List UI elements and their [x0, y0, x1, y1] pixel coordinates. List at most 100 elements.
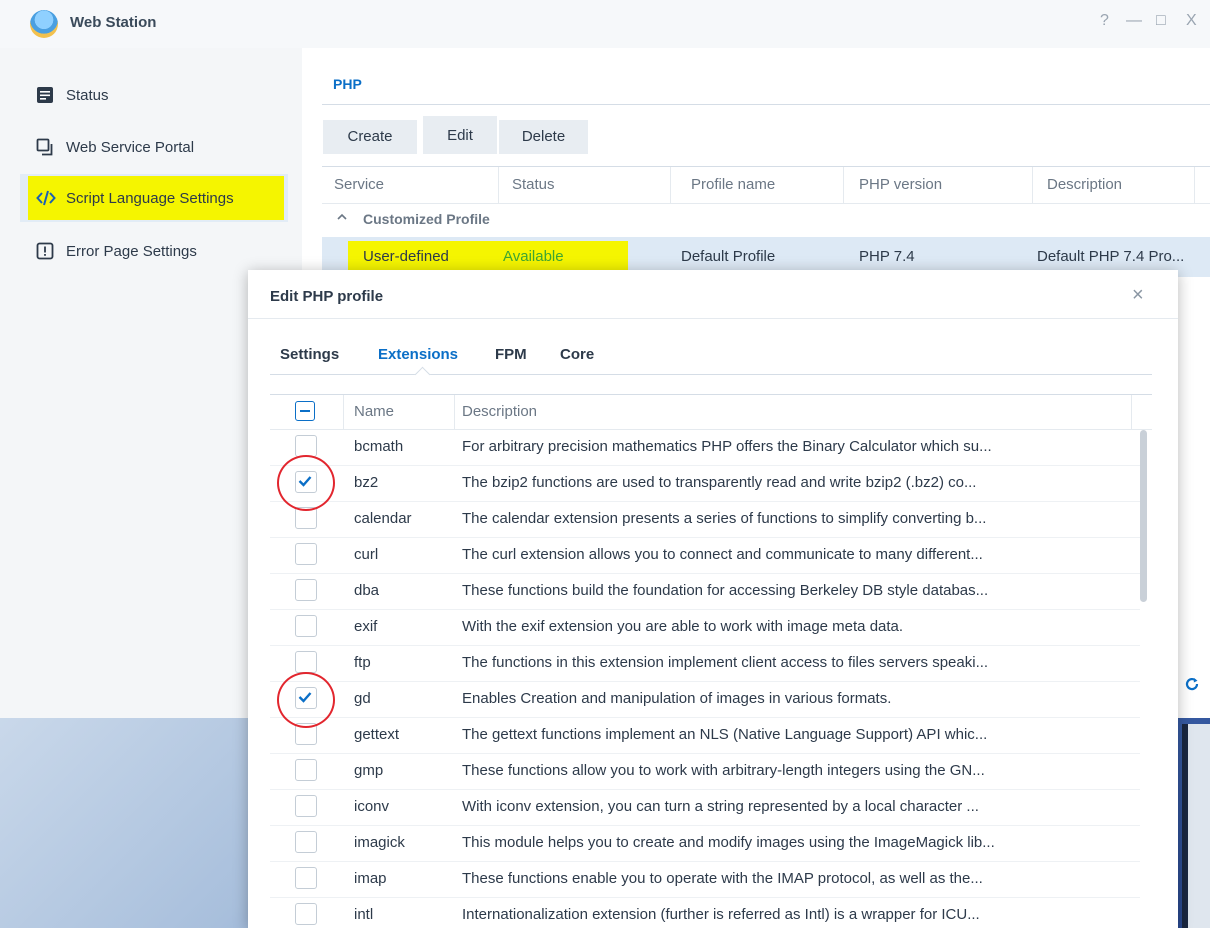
dialog-divider: [248, 318, 1178, 319]
chevron-up-icon: [336, 210, 348, 226]
extension-row-bcmath[interactable]: bcmath For arbitrary precision mathematic…: [270, 429, 1140, 466]
extension-name: ftp: [354, 654, 371, 671]
extension-name: iconv: [354, 798, 390, 815]
status-icon: [36, 86, 66, 104]
column-divider: [343, 395, 344, 429]
sidebar-item-error-page-settings[interactable]: Error Page Settings: [20, 228, 288, 274]
group-label: Customized Profile: [363, 211, 490, 227]
extension-row-intl[interactable]: intl Internationalization extension (furt…: [270, 897, 1140, 928]
column-divider: [1032, 167, 1033, 203]
scrollbar-thumb[interactable]: [1140, 430, 1147, 602]
extension-row-dba[interactable]: dba These functions build the foundation …: [270, 573, 1140, 610]
maximize-icon[interactable]: □: [1156, 12, 1166, 30]
sidebar-item-web-service-portal[interactable]: Web Service Portal: [20, 124, 288, 170]
extension-description: These functions allow you to work with a…: [462, 762, 985, 779]
select-all-checkbox[interactable]: [295, 401, 315, 421]
tab-core[interactable]: Core: [560, 346, 594, 363]
close-icon[interactable]: ×: [1132, 284, 1144, 307]
extension-checkbox[interactable]: [295, 831, 317, 853]
extension-description: The bzip2 functions are used to transpar…: [462, 474, 977, 491]
column-header-description[interactable]: Description: [462, 403, 537, 420]
extension-row-iconv[interactable]: iconv With iconv extension, you can turn …: [270, 789, 1140, 826]
extension-checkbox[interactable]: [295, 579, 317, 601]
extension-row-gmp[interactable]: gmp These functions allow you to work wit…: [270, 753, 1140, 790]
group-row-customized-profile[interactable]: Customized Profile: [322, 204, 1210, 236]
extension-row-gd[interactable]: gd Enables Creation and manipulation of i…: [270, 681, 1140, 718]
column-header-status[interactable]: Status: [512, 176, 555, 193]
tab-underline: [270, 374, 1152, 375]
indeterminate-icon: [300, 410, 310, 412]
extension-checkbox[interactable]: [295, 867, 317, 889]
extension-checkbox[interactable]: [295, 903, 317, 925]
column-header-php-version[interactable]: PHP version: [859, 176, 942, 193]
extension-checkbox[interactable]: [295, 615, 317, 637]
extension-description: These functions build the foundation for…: [462, 582, 989, 599]
extension-description: The functions in this extension implemen…: [462, 654, 989, 671]
sidebar-item-status[interactable]: Status: [20, 72, 288, 118]
edit-button[interactable]: Edit: [423, 116, 497, 154]
extension-row-exif[interactable]: exif With the exif extension you are able…: [270, 609, 1140, 646]
extension-row-gettext[interactable]: gettext The gettext functions implement a…: [270, 717, 1140, 754]
delete-button[interactable]: Delete: [499, 120, 588, 154]
extension-description: With the exif extension you are able to …: [462, 618, 904, 635]
column-divider: [843, 167, 844, 203]
refresh-icon[interactable]: [1184, 676, 1200, 697]
edit-php-profile-dialog: Edit PHP profile × Settings Extensions F…: [248, 270, 1178, 928]
web-station-icon: [30, 10, 58, 38]
extension-checkbox[interactable]: [295, 651, 317, 673]
extension-name: gmp: [354, 762, 384, 779]
tab-php[interactable]: PHP: [333, 76, 362, 92]
extension-name: imagick: [354, 834, 405, 851]
extension-row-curl[interactable]: curl The curl extension allows you to con…: [270, 537, 1140, 574]
column-divider: [1131, 395, 1132, 429]
extension-row-imagick[interactable]: imagick This module helps you to create a…: [270, 825, 1140, 862]
status-cell: Available: [503, 248, 564, 265]
extension-name: imap: [354, 870, 387, 887]
extension-row-ftp[interactable]: ftp The functions in this extension imple…: [270, 645, 1140, 682]
window-title: Web Station: [70, 14, 157, 31]
extension-row-bz2[interactable]: bz2 The bzip2 functions are used to trans…: [270, 465, 1140, 502]
help-icon[interactable]: ?: [1100, 12, 1109, 30]
extension-description: This module helps you to create and modi…: [462, 834, 995, 851]
column-header-service[interactable]: Service: [334, 176, 384, 193]
create-button[interactable]: Create: [323, 120, 417, 154]
extension-description: The calendar extension presents a series…: [462, 510, 987, 527]
extension-name: gettext: [354, 726, 400, 743]
extension-name: dba: [354, 582, 380, 599]
extension-row-imap[interactable]: imap These functions enable you to operat…: [270, 861, 1140, 898]
column-divider: [454, 395, 455, 429]
extension-checkbox[interactable]: [295, 759, 317, 781]
code-icon: [36, 189, 66, 207]
tab-extensions[interactable]: Extensions: [378, 346, 458, 363]
extension-name: calendar: [354, 510, 412, 527]
php-version-cell: PHP 7.4: [859, 248, 915, 265]
active-tab-indicator: [414, 366, 431, 383]
description-cell: Default PHP 7.4 Pro...: [1037, 248, 1185, 265]
extension-description: Enables Creation and manipulation of ima…: [462, 690, 892, 707]
profile-table-header: Service Status Profile name PHP version …: [322, 166, 1210, 204]
sidebar-item-label: Web Service Portal: [66, 138, 195, 156]
column-header-profile-name[interactable]: Profile name: [691, 176, 775, 193]
sidebar-item-script-language-settings[interactable]: Script Language Settings: [20, 174, 288, 222]
extension-checkbox[interactable]: [295, 435, 317, 457]
desktop-window: [1188, 724, 1210, 928]
dialog-title: Edit PHP profile: [270, 288, 384, 305]
extension-name: gd: [354, 690, 371, 707]
extensions-list[interactable]: bcmath For arbitrary precision mathematic…: [270, 429, 1152, 928]
tab-underline: [322, 104, 1210, 105]
extension-description: The gettext functions implement an NLS (…: [462, 726, 988, 743]
minimize-icon[interactable]: —: [1126, 12, 1142, 30]
extension-description: The curl extension allows you to connect…: [462, 546, 983, 563]
extension-checkbox[interactable]: [295, 795, 317, 817]
extension-description: These functions enable you to operate wi…: [462, 870, 983, 887]
tab-settings[interactable]: Settings: [280, 346, 339, 363]
close-window-icon[interactable]: X: [1186, 12, 1197, 30]
extension-description: With iconv extension, you can turn a str…: [462, 798, 979, 815]
column-header-description[interactable]: Description: [1047, 176, 1122, 193]
extension-checkbox[interactable]: [295, 543, 317, 565]
extension-description: Internationalization extension (further …: [462, 906, 980, 923]
tab-fpm[interactable]: FPM: [495, 346, 527, 363]
extension-name: curl: [354, 546, 379, 563]
column-header-name[interactable]: Name: [354, 403, 394, 420]
extension-row-calendar[interactable]: calendar The calendar extension presents …: [270, 501, 1140, 538]
